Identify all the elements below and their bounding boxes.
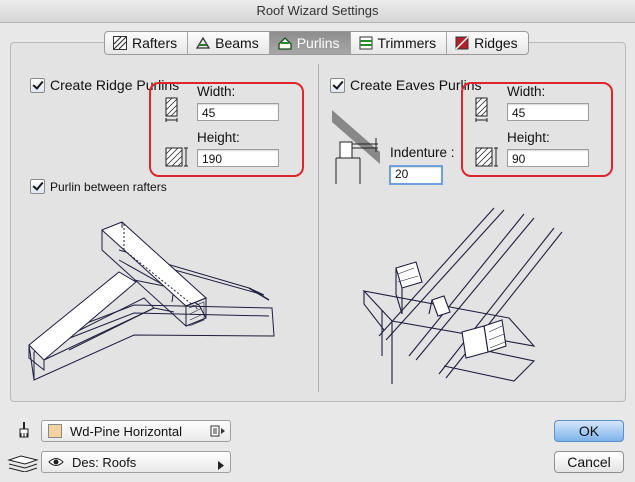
tab-purlins[interactable]: Purlins bbox=[269, 32, 351, 54]
cancel-button[interactable]: Cancel bbox=[554, 451, 624, 473]
eaves-purlin-illustration bbox=[362, 207, 563, 384]
section-divider bbox=[318, 64, 319, 392]
material-menu-icon bbox=[210, 424, 226, 441]
tab-ridges-label: Ridges bbox=[474, 35, 518, 51]
material-swatch bbox=[48, 424, 62, 438]
purlin-between-rafters-option[interactable]: Purlin between rafters bbox=[30, 179, 167, 194]
eaves-width-label: Width: bbox=[507, 84, 546, 99]
indenture-label: Indenture : bbox=[390, 145, 455, 160]
width-section-icon bbox=[164, 96, 180, 127]
layer-dropdown[interactable]: Des: Roofs bbox=[41, 451, 231, 473]
layers-icon bbox=[7, 454, 39, 475]
indenture-icon bbox=[332, 110, 380, 184]
eaves-purlins-option[interactable]: Create Eaves Purlins bbox=[330, 77, 482, 93]
layer-label: Des: Roofs bbox=[72, 454, 137, 470]
chevron-right-icon bbox=[218, 458, 224, 473]
eaves-width-section-icon bbox=[474, 96, 490, 127]
material-dropdown[interactable]: Wd-Pine Horizontal bbox=[41, 420, 231, 442]
tab-bar: Rafters Beams Purlins Trimmers Ridges bbox=[104, 31, 529, 55]
purlins-icon bbox=[278, 36, 292, 50]
tab-beams[interactable]: Beams bbox=[188, 32, 270, 54]
trimmers-icon bbox=[359, 36, 373, 50]
ridge-height-input[interactable]: 190 bbox=[197, 149, 279, 167]
material-label: Wd-Pine Horizontal bbox=[70, 423, 182, 439]
ridge-purlin-illustration bbox=[28, 221, 275, 381]
eaves-purlins-checkbox[interactable] bbox=[330, 77, 345, 93]
eye-icon bbox=[48, 455, 64, 470]
tab-trimmers[interactable]: Trimmers bbox=[351, 32, 448, 54]
ok-button[interactable]: OK bbox=[554, 420, 624, 442]
tab-rafters-label: Rafters bbox=[132, 35, 178, 51]
eaves-height-section-icon bbox=[474, 146, 500, 171]
ridge-width-input[interactable]: 45 bbox=[197, 103, 279, 121]
ridge-height-label: Height: bbox=[197, 130, 240, 145]
tab-trimmers-label: Trimmers bbox=[377, 35, 437, 51]
beams-icon bbox=[196, 36, 211, 50]
material-brush-icon bbox=[16, 421, 32, 442]
ridges-icon bbox=[455, 36, 469, 50]
tab-beams-label: Beams bbox=[215, 35, 259, 51]
purlin-between-rafters-checkbox[interactable] bbox=[30, 179, 45, 194]
ridge-purlins-checkbox[interactable] bbox=[30, 77, 45, 93]
rafters-icon bbox=[113, 36, 127, 50]
tab-rafters[interactable]: Rafters bbox=[105, 32, 189, 54]
eaves-height-input[interactable]: 90 bbox=[507, 149, 589, 167]
height-section-icon bbox=[164, 146, 190, 171]
tab-ridges[interactable]: Ridges bbox=[447, 32, 528, 54]
ridge-width-label: Width: bbox=[197, 84, 236, 99]
indenture-input[interactable]: 20 bbox=[389, 165, 443, 185]
eaves-width-input[interactable]: 45 bbox=[507, 103, 589, 121]
window-title: Roof Wizard Settings bbox=[0, 0, 635, 23]
tab-purlins-label: Purlins bbox=[296, 35, 340, 51]
eaves-height-label: Height: bbox=[507, 130, 550, 145]
purlin-between-rafters-label: Purlin between rafters bbox=[50, 179, 167, 194]
